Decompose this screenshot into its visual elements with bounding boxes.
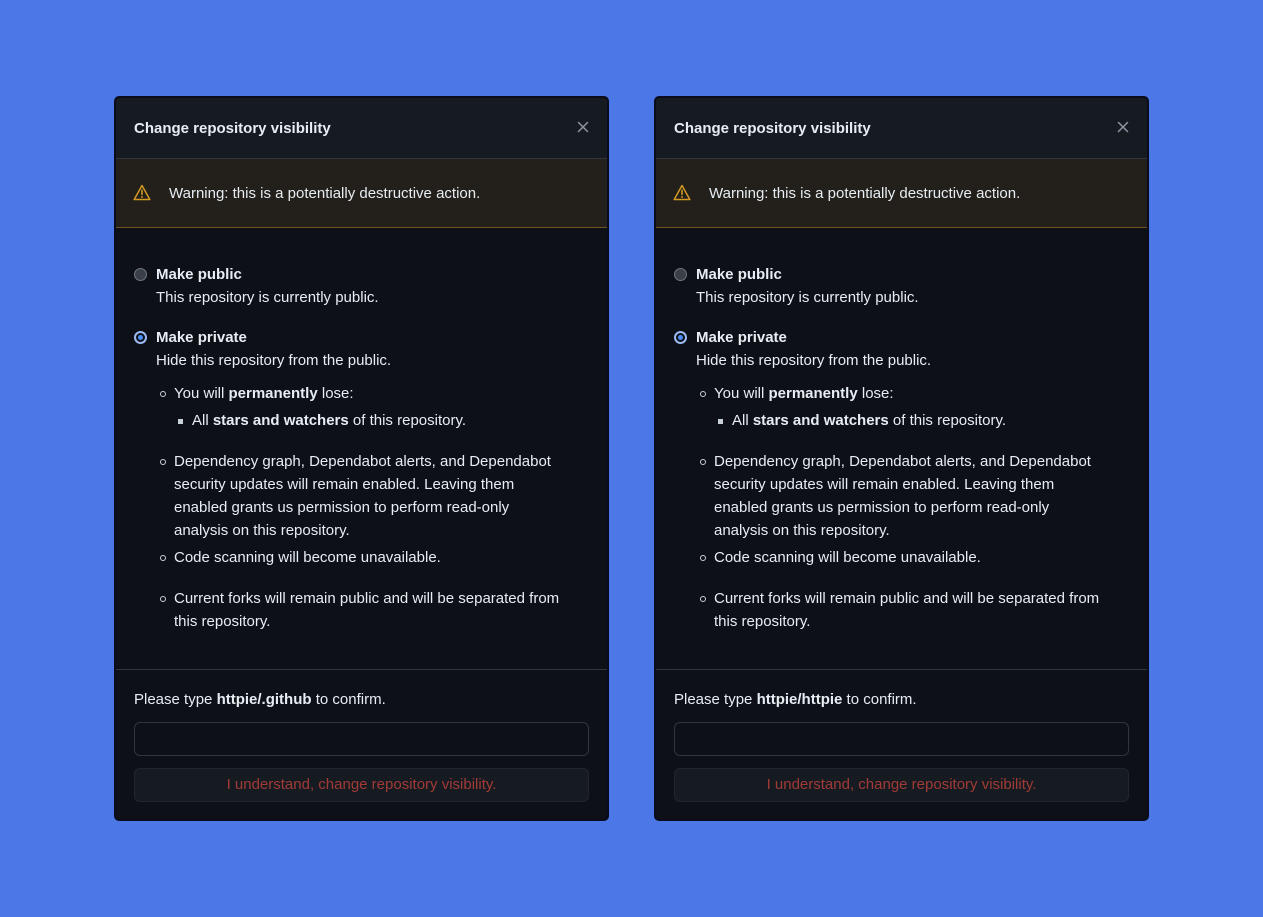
warning-banner: Warning: this is a potentially destructi… — [656, 159, 1147, 228]
make-private-label: Make private — [156, 329, 247, 346]
lose-prefix: You will — [714, 385, 769, 402]
square-bullet-icon — [178, 419, 183, 424]
circle-bullet-icon — [700, 596, 706, 602]
alert-triangle-icon — [673, 184, 691, 201]
make-private-radio[interactable] — [674, 331, 687, 344]
stars-bold: stars and watchers — [752, 412, 889, 429]
dialog-title: Change repository visibility — [674, 120, 871, 137]
circle-bullet-icon — [700, 391, 706, 397]
forks-line: this repository. — [714, 613, 811, 630]
stars-bold: stars and watchers — [212, 412, 349, 429]
dependency-list-item: Dependency graph, Dependabot alerts, and… — [160, 450, 551, 542]
confirm-suffix: to confirm. — [311, 691, 386, 708]
change-visibility-button[interactable]: I understand, change repository visibili… — [674, 768, 1129, 802]
warning-text: Warning: this is a potentially destructi… — [169, 185, 481, 202]
warning-banner: Warning: this is a potentially destructi… — [116, 159, 607, 228]
dependency-list-item: Dependency graph, Dependabot alerts, and… — [700, 450, 1091, 542]
dialog-title: Change repository visibility — [134, 120, 331, 137]
close-icon — [577, 121, 589, 133]
close-icon — [1117, 121, 1129, 133]
dependency-line: analysis on this repository. — [174, 522, 350, 539]
lose-bold: permanently — [768, 385, 858, 402]
confirm-footer: Please type httpie/.github to confirm. I… — [116, 670, 607, 819]
stars-suffix: of this repository. — [888, 412, 1007, 429]
circle-bullet-icon — [160, 555, 166, 561]
code-scanning-list-item: Code scanning will become unavailable. — [160, 546, 441, 569]
confirm-label: Please type httpie/.github to confirm. — [134, 691, 386, 708]
make-public-description: This repository is currently public. — [156, 289, 379, 306]
make-private-radio[interactable] — [134, 331, 147, 344]
make-private-description: Hide this repository from the public. — [696, 352, 932, 369]
make-public-radio[interactable] — [674, 268, 687, 281]
visibility-options: Make public This repository is currently… — [116, 228, 607, 670]
make-public-label: Make public — [156, 266, 242, 283]
dependency-line: enabled grants us permission to perform … — [714, 499, 1050, 516]
confirm-repo-name: httpie/httpie — [756, 691, 843, 708]
confirm-repo-input[interactable] — [674, 722, 1129, 756]
circle-bullet-icon — [160, 391, 166, 397]
dependency-line: Dependency graph, Dependabot alerts, and… — [174, 453, 551, 470]
confirm-repo-input[interactable] — [134, 722, 589, 756]
confirm-repo-name: httpie/.github — [216, 691, 312, 708]
circle-bullet-icon — [160, 459, 166, 465]
lose-list-item: You will permanently lose: — [700, 382, 894, 405]
circle-bullet-icon — [700, 555, 706, 561]
lose-suffix: lose: — [857, 385, 894, 402]
warning-text: Warning: this is a potentially destructi… — [709, 185, 1021, 202]
forks-list-item: Current forks will remain public and wil… — [160, 587, 560, 633]
lose-list-item: You will permanently lose: — [160, 382, 354, 405]
dialog-header: Change repository visibility — [656, 98, 1147, 159]
forks-line: Current forks will remain public and wil… — [174, 590, 560, 607]
circle-bullet-icon — [700, 459, 706, 465]
circle-bullet-icon — [160, 596, 166, 602]
make-public-radio[interactable] — [134, 268, 147, 281]
stars-prefix: All — [192, 412, 213, 429]
code-scanning-text: Code scanning will become unavailable. — [714, 549, 981, 566]
confirm-suffix: to confirm. — [842, 691, 917, 708]
visibility-options: Make public This repository is currently… — [656, 228, 1147, 670]
stars-prefix: All — [732, 412, 753, 429]
code-scanning-text: Code scanning will become unavailable. — [174, 549, 441, 566]
close-button[interactable] — [573, 117, 593, 137]
forks-list-item: Current forks will remain public and wil… — [700, 587, 1100, 633]
dependency-line: enabled grants us permission to perform … — [174, 499, 510, 516]
close-button[interactable] — [1113, 117, 1133, 137]
confirm-label: Please type httpie/httpie to confirm. — [674, 691, 917, 708]
change-visibility-dialog: Change repository visibility Warning: th… — [114, 96, 609, 821]
forks-line: Current forks will remain public and wil… — [714, 590, 1100, 607]
code-scanning-list-item: Code scanning will become unavailable. — [700, 546, 981, 569]
make-public-description: This repository is currently public. — [696, 289, 919, 306]
make-private-label: Make private — [696, 329, 787, 346]
square-bullet-icon — [718, 419, 723, 424]
confirm-prefix: Please type — [134, 691, 217, 708]
change-visibility-button[interactable]: I understand, change repository visibili… — [134, 768, 589, 802]
make-public-label: Make public — [696, 266, 782, 283]
confirm-footer: Please type httpie/httpie to confirm. I … — [656, 670, 1147, 819]
confirm-prefix: Please type — [674, 691, 757, 708]
stars-suffix: of this repository. — [348, 412, 467, 429]
lose-bold: permanently — [228, 385, 318, 402]
lose-suffix: lose: — [317, 385, 354, 402]
lose-prefix: You will — [174, 385, 229, 402]
dependency-line: security updates will remain enabled. Le… — [714, 476, 1055, 493]
dependency-line: analysis on this repository. — [714, 522, 890, 539]
stars-list-item: All stars and watchers of this repositor… — [718, 409, 1007, 432]
make-private-description: Hide this repository from the public. — [156, 352, 392, 369]
stars-list-item: All stars and watchers of this repositor… — [178, 409, 467, 432]
dependency-line: security updates will remain enabled. Le… — [174, 476, 515, 493]
dialog-header: Change repository visibility — [116, 98, 607, 159]
alert-triangle-icon — [133, 184, 151, 201]
change-visibility-dialog: Change repository visibility Warning: th… — [654, 96, 1149, 821]
forks-line: this repository. — [174, 613, 271, 630]
dependency-line: Dependency graph, Dependabot alerts, and… — [714, 453, 1091, 470]
